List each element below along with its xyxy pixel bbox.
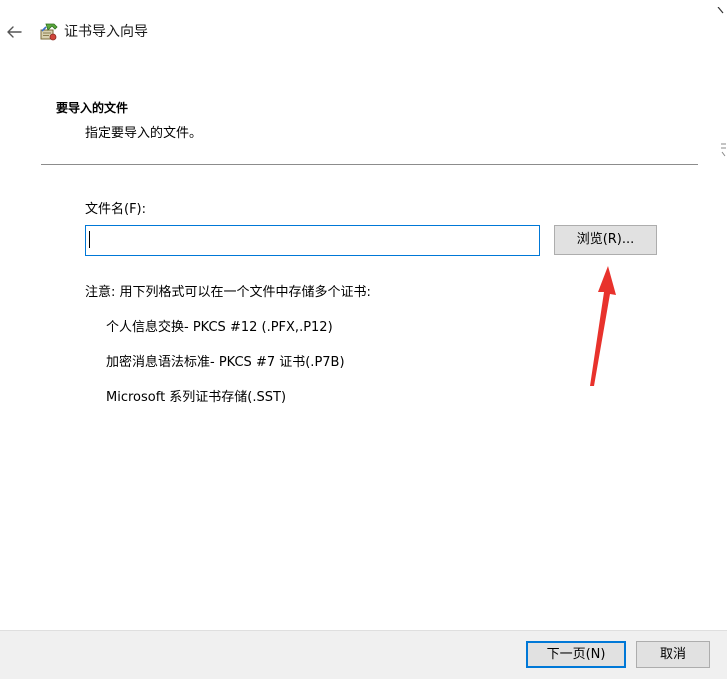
browse-button[interactable]: 浏览(R)...: [554, 225, 657, 255]
page-subheading: 指定要导入的文件。: [85, 126, 203, 141]
page-heading: 要导入的文件: [56, 101, 129, 115]
close-button-fragment: [717, 0, 727, 14]
clipped-text-fragment: [720, 140, 727, 158]
certificate-import-wizard: 证书导入向导 要导入的文件 指定要导入的文件。 文件名(F): 浏览(R)...…: [0, 0, 727, 679]
formats-note: 注意: 用下列格式可以在一个文件中存储多个证书:: [85, 285, 371, 300]
format-item-pfx: 个人信息交换- PKCS #12 (.PFX,.P12): [106, 320, 333, 335]
certificate-wizard-icon: [38, 21, 60, 43]
filename-label: 文件名(F):: [85, 202, 147, 217]
wizard-title: 证书导入向导: [64, 24, 148, 40]
title-bar: 证书导入向导: [0, 0, 727, 62]
format-item-p7b: 加密消息语法标准- PKCS #7 证书(.P7B): [106, 355, 345, 370]
header-separator: [41, 164, 698, 165]
next-button[interactable]: 下一页(N): [526, 641, 626, 668]
filename-input[interactable]: [85, 225, 540, 256]
back-arrow-icon[interactable]: [4, 22, 24, 42]
annotation-arrow-icon: [580, 258, 620, 388]
text-caret: [89, 231, 90, 248]
format-item-sst: Microsoft 系列证书存储(.SST): [106, 390, 287, 405]
cancel-button[interactable]: 取消: [636, 641, 710, 668]
